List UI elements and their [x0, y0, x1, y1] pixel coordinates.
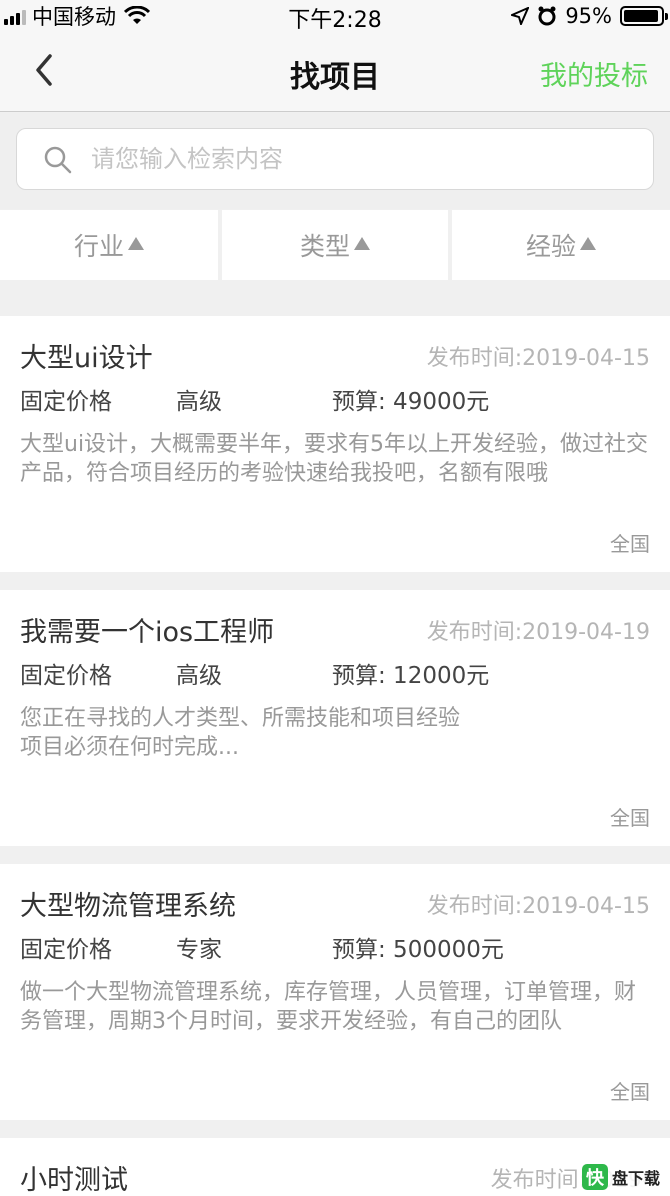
location-icon	[511, 7, 530, 25]
project-card[interactable]: 小时测试 发布时间:2019-	[0, 1138, 670, 1196]
project-price-type: 固定价格	[20, 389, 112, 415]
project-level: 高级	[176, 663, 222, 689]
triangle-up-icon	[128, 236, 144, 250]
status-bar: 中国移动 下午2:28 95%	[0, 0, 670, 33]
watermark-text: 盘下载	[611, 1169, 660, 1188]
project-card[interactable]: 大型ui设计 发布时间:2019-04-15 固定价格 高级 预算: 49000…	[0, 316, 670, 572]
search-icon	[44, 146, 72, 174]
battery-percent: 95%	[565, 4, 612, 28]
filter-industry-label: 行业	[73, 232, 124, 261]
project-meta: 固定价格 高级 预算: 49000元	[20, 382, 660, 415]
project-region: 全国	[610, 806, 650, 830]
project-budget: 预算: 500000元	[332, 937, 504, 963]
project-budget: 预算: 12000元	[332, 663, 490, 689]
project-description: 做一个大型物流管理系统，库存管理，人员管理，订单管理，财务管理，周期3个月时间，…	[20, 980, 637, 1034]
project-description: 大型ui设计，大概需要半年，要求有5年以上开发经验，做过社交产品，符合项目经历的…	[20, 432, 649, 486]
project-meta: 固定价格 高级 预算: 12000元	[20, 656, 660, 689]
watermark: 快 盘下载	[577, 1162, 664, 1192]
triangle-up-icon	[354, 236, 370, 250]
project-description: 您正在寻找的人才类型、所需技能和项目经验 项目必须在何时完成...	[20, 704, 650, 762]
project-title: 小时测试	[20, 1165, 128, 1196]
filter-type-label: 类型	[299, 232, 350, 261]
filter-industry[interactable]: 行业	[0, 210, 222, 280]
project-title: 大型物流管理系统	[20, 891, 236, 922]
project-price-type: 固定价格	[20, 663, 112, 689]
battery-icon	[620, 6, 668, 26]
search-area	[0, 113, 670, 209]
filter-bar: 行业 类型 经验	[0, 210, 670, 282]
filter-experience[interactable]: 经验	[452, 210, 670, 280]
my-bids-button[interactable]: 我的投标	[540, 54, 648, 93]
filter-type[interactable]: 类型	[222, 210, 452, 280]
project-region: 全国	[610, 532, 650, 556]
project-publish-time: 发布时间:2019-04-15	[426, 894, 650, 919]
project-title: 我需要一个ios工程师	[20, 617, 275, 648]
project-level: 专家	[176, 937, 222, 963]
project-meta: 固定价格 专家 预算: 500000元	[20, 930, 660, 963]
filter-experience-label: 经验	[525, 232, 576, 261]
project-price-type: 固定价格	[20, 937, 112, 963]
project-title: 大型ui设计	[20, 343, 153, 374]
search-input[interactable]	[91, 137, 631, 181]
project-card[interactable]: 我需要一个ios工程师 发布时间:2019-04-19 固定价格 高级 预算: …	[0, 590, 670, 846]
triangle-up-icon	[580, 236, 596, 250]
project-list: 大型ui设计 发布时间:2019-04-15 固定价格 高级 预算: 49000…	[0, 298, 670, 1196]
alarm-icon	[538, 6, 556, 26]
project-level: 高级	[176, 389, 222, 415]
project-description-line: 项目必须在何时完成...	[20, 735, 239, 760]
nav-bar: 找项目 我的投标	[0, 32, 670, 112]
battery-fill	[624, 10, 659, 22]
project-budget: 预算: 49000元	[332, 389, 490, 415]
search-box[interactable]	[16, 128, 654, 190]
project-publish-time: 发布时间:2019-04-15	[426, 346, 650, 371]
project-region: 全国	[610, 1080, 650, 1104]
project-publish-time: 发布时间:2019-04-19	[426, 620, 650, 645]
project-card[interactable]: 大型物流管理系统 发布时间:2019-04-15 固定价格 专家 预算: 500…	[0, 864, 670, 1120]
status-right: 95%	[511, 2, 668, 30]
watermark-logo: 快	[581, 1164, 608, 1190]
project-description-line: 您正在寻找的人才类型、所需技能和项目经验	[20, 706, 461, 731]
